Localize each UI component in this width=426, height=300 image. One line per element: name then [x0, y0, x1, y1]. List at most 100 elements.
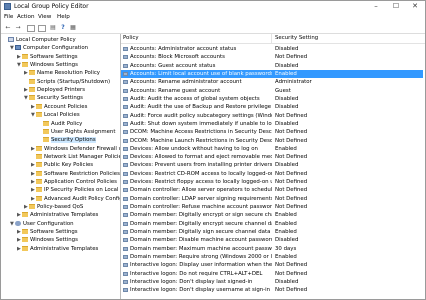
table-row[interactable]: Devices: Prevent users from installing p…: [121, 161, 423, 169]
table-row[interactable]: Domain member: Disable machine account p…: [121, 236, 423, 244]
show-hide-tree-icon[interactable]: [27, 25, 35, 32]
table-row[interactable]: Interactive logon: Do not require CTRL+A…: [121, 270, 423, 278]
table-row[interactable]: Audit: Force audit policy subcategory se…: [121, 112, 423, 120]
folder-icon: [22, 229, 28, 235]
tree-node[interactable]: User Rights Assignment: [38, 128, 115, 136]
security-setting-value: Enabled: [275, 212, 297, 219]
tree-node[interactable]: ▶ Software Settings: [17, 53, 78, 61]
table-row[interactable]: Accounts: Administrator account status Di…: [121, 45, 423, 53]
table-row[interactable]: Accounts: Rename administrator account Ad…: [121, 78, 423, 86]
folder-icon: [29, 95, 35, 101]
table-row[interactable]: Domain member: Maximum machine account p…: [121, 245, 423, 253]
security-setting-value: Enabled: [275, 254, 297, 260]
tree-node[interactable]: ▼ Computer Configuration: [10, 44, 88, 52]
table-row[interactable]: Accounts: Limit local account use of bla…: [121, 69, 423, 78]
table-row[interactable]: Domain member: Digitally sign secure cha…: [121, 228, 423, 236]
forward-icon[interactable]: →: [14, 24, 22, 31]
tree-node[interactable]: Network List Manager Policies: [31, 153, 120, 161]
menu-file[interactable]: File: [4, 14, 13, 20]
table-row[interactable]: Accounts: Rename guest account Guest: [121, 87, 423, 95]
close-icon[interactable]: ✕: [406, 1, 424, 12]
folder-icon: [22, 62, 28, 68]
menu-action[interactable]: Action: [17, 14, 35, 20]
table-row[interactable]: Accounts: Guest account status Disabled: [121, 62, 423, 70]
policy-name: Audit: Audit the access of global system…: [130, 95, 260, 102]
tree-node-label: Public Key Policies: [44, 162, 94, 169]
back-icon[interactable]: ←: [4, 24, 12, 31]
tree-node[interactable]: ▶ Windows Settings: [17, 236, 78, 244]
column-header-security-setting[interactable]: Security Setting: [275, 35, 318, 41]
table-row[interactable]: Domain controller: Allow server operator…: [121, 186, 423, 194]
tree-node[interactable]: Local Computer Policy: [3, 36, 76, 44]
maximize-icon[interactable]: ☐: [387, 1, 405, 12]
tree-node[interactable]: Audit Policy: [38, 120, 82, 128]
table-row[interactable]: Domain member: Digitally encrypt secure …: [121, 220, 423, 228]
table-row[interactable]: Devices: Allowed to format and eject rem…: [121, 153, 423, 161]
table-row[interactable]: Interactive logon: Display user informat…: [121, 261, 423, 269]
tree-node[interactable]: ▶IP Security Policies on Local Con: [31, 186, 120, 194]
tree-node[interactable]: ▶ Software Restriction Policies: [31, 170, 120, 178]
table-row[interactable]: DCOM: Machine Access Restrictions in Sec…: [121, 128, 423, 136]
tree-node[interactable]: ▶ Administrative Templates: [17, 245, 98, 253]
table-row[interactable]: Domain controller: LDAP server signing r…: [121, 195, 423, 203]
tree-node[interactable]: ▶ Application Control Policies: [31, 178, 117, 186]
tree-node[interactable]: ▼ Security Settings: [24, 94, 83, 102]
tree-node[interactable]: Security Options: [38, 136, 96, 144]
policy-icon: [123, 246, 128, 251]
policy-name: Interactive logon: Display user informat…: [130, 262, 272, 269]
table-row[interactable]: Devices: Allow undock without having to …: [121, 145, 423, 153]
table-row[interactable]: Accounts: Block Microsoft accounts Not De…: [121, 53, 423, 61]
export-list-icon[interactable]: ▤: [49, 24, 57, 31]
policy-name: Domain member: Disable machine account p…: [130, 237, 272, 244]
table-row[interactable]: Interactive logon: Don't display last si…: [121, 278, 423, 286]
column-header-policy[interactable]: Policy: [123, 35, 139, 41]
table-row[interactable]: Domain member: Digitally encrypt or sign…: [121, 211, 423, 219]
tree-node[interactable]: ▶ Administrative Templates: [17, 211, 98, 219]
table-row[interactable]: Domain controller: Refuse machine accoun…: [121, 203, 423, 211]
table-row[interactable]: Domain member: Require strong (Windows 2…: [121, 253, 423, 261]
policy-name: Audit: Shut down system immediately if u…: [130, 120, 272, 127]
folder-icon: [36, 195, 42, 201]
folder-icon: [29, 78, 35, 84]
table-row[interactable]: Interactive logon: Don't display usernam…: [121, 286, 423, 294]
tree-node[interactable]: ▶ Software Settings: [17, 228, 78, 236]
tree-node[interactable]: ▶ Deployed Printers: [24, 86, 85, 94]
tree-node[interactable]: ▶ Advanced Audit Policy Configur: [31, 195, 120, 203]
table-row[interactable]: Audit: Shut down system immediately if u…: [121, 120, 423, 128]
tree-node[interactable]: ▶ Account Policies: [31, 103, 87, 111]
tree-node[interactable]: ▶ Public Key Policies: [31, 161, 93, 169]
security-setting-value: Disabled: [275, 104, 299, 111]
folder-icon: [43, 137, 49, 143]
tree-node[interactable]: Scripts (Startup/Shutdown): [24, 78, 110, 86]
menu-view[interactable]: View: [38, 14, 51, 20]
table-row[interactable]: Devices: Restrict floppy access to local…: [121, 178, 423, 186]
table-row[interactable]: DCOM: Machine Launch Restrictions in Sec…: [121, 137, 423, 145]
comp-icon: [15, 45, 21, 51]
table-row[interactable]: Audit: Audit the use of Backup and Resto…: [121, 103, 423, 111]
security-setting-value: Not Defined: [275, 170, 308, 177]
tree-node[interactable]: ▼ Local Policies: [31, 111, 80, 119]
security-setting-value: 30 days: [275, 245, 297, 252]
column-divider[interactable]: [271, 34, 272, 43]
menu-help[interactable]: Help: [57, 14, 70, 20]
tree-node[interactable]: ▶Windows Defender Firewall with: [31, 145, 120, 153]
tree-node[interactable]: ▶ Policy-based QoS: [24, 203, 83, 211]
tree-node-label: Security Options: [51, 137, 96, 144]
tree-node[interactable]: ▶ Name Resolution Policy: [24, 69, 100, 77]
tree-node-label: Audit Policy: [51, 120, 83, 127]
tree-node[interactable]: ▼ Windows Settings: [17, 61, 78, 69]
gpedit-app-icon: [4, 3, 11, 10]
minimize-icon[interactable]: –: [367, 1, 385, 12]
policy-name: Domain controller: Refuse machine accoun…: [130, 204, 272, 211]
tree-node-label: Software Restriction Policies: [44, 170, 120, 177]
policy-name: Devices: Allow undock without having to …: [130, 145, 258, 152]
tree-node[interactable]: ▼ User Configuration: [10, 220, 74, 228]
table-row[interactable]: Audit: Audit the access of global system…: [121, 95, 423, 103]
table-row[interactable]: Devices: Restrict CD-ROM access to local…: [121, 170, 423, 178]
properties-icon[interactable]: [38, 25, 46, 32]
folder-icon: [22, 245, 28, 251]
security-setting-value: Not Defined: [275, 287, 308, 294]
policy-icon: [123, 80, 128, 85]
help-icon[interactable]: ?: [59, 24, 67, 31]
console-icon[interactable]: ▦: [69, 24, 77, 31]
